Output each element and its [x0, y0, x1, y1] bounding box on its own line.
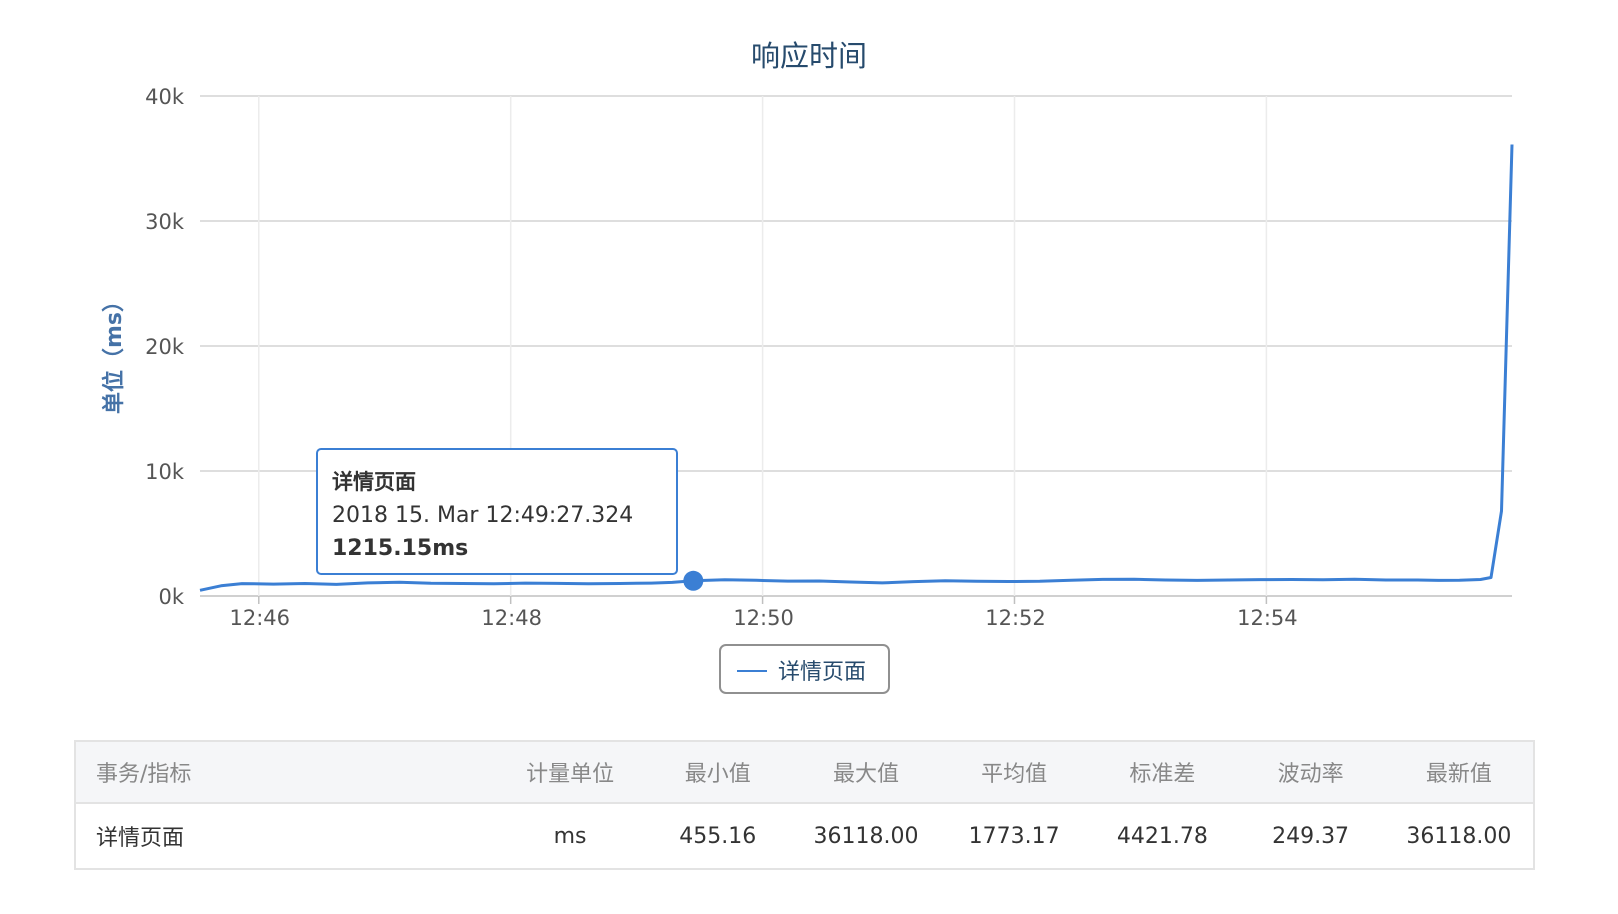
- hover-point[interactable]: [683, 570, 704, 591]
- cell-stddev: 4421.78: [1116, 823, 1208, 849]
- x-tick-label: 12:48: [481, 606, 542, 630]
- chart-title: 响应时间: [751, 39, 867, 73]
- header-min: 最小值: [643, 741, 792, 804]
- header-transaction: 事务/指标: [75, 741, 497, 804]
- stats-header-row: 事务/指标 计量单位 最小值 最大值 平均值 标准差 波动率 最新值: [75, 741, 1534, 804]
- header-latest: 最新值: [1384, 741, 1534, 804]
- y-tick-label: 40k: [145, 85, 185, 109]
- tooltip-series-name: 详情页面: [332, 470, 416, 494]
- legend[interactable]: 详情页面: [719, 644, 890, 694]
- tooltip-value: 1215.15ms: [332, 536, 468, 561]
- cell-unit: ms: [553, 823, 587, 849]
- header-unit: 计量单位: [496, 741, 644, 804]
- y-axis-ticks: 0k 10k 20k 30k 40k: [145, 85, 185, 609]
- x-tick-label: 12:52: [985, 606, 1046, 630]
- y-tick-label: 10k: [145, 460, 185, 484]
- cell-min: 455.16: [679, 823, 757, 849]
- tooltip: 详情页面 2018 15. Mar 12:49:27.324 1215.15ms: [316, 448, 678, 575]
- y-tick-label: 30k: [145, 210, 185, 234]
- header-volatility: 波动率: [1236, 741, 1385, 804]
- x-axis-ticks: 12:46 12:48 12:50 12:52 12:54: [230, 596, 1298, 630]
- cell-volatility: 249.37: [1272, 823, 1350, 849]
- y-tick-label: 0k: [158, 585, 184, 609]
- legend-item-detail-page[interactable]: 详情页面: [778, 660, 866, 685]
- header-max: 最大值: [791, 741, 941, 804]
- y-axis-label: 单位（ms）: [101, 290, 127, 414]
- cell-latest: 36118.00: [1406, 823, 1512, 849]
- header-stddev: 标准差: [1088, 741, 1237, 804]
- y-tick-label: 20k: [145, 335, 185, 359]
- header-avg: 平均值: [940, 741, 1089, 804]
- cell-transaction: 详情页面: [96, 826, 185, 851]
- response-time-chart: 响应时间 0k 10k 20k 30k 40k 12:46 12:48 12:50 12:52…: [101, 39, 1514, 694]
- cell-max: 36118.00: [813, 823, 919, 849]
- x-tick-label: 12:54: [1237, 606, 1298, 630]
- x-tick-label: 12:50: [733, 606, 794, 630]
- tooltip-timestamp: 2018 15. Mar 12:49:27.324: [332, 503, 633, 528]
- stats-table: 事务/指标 计量单位 最小值 最大值 平均值 标准差 波动率 最新值 详情页面 …: [74, 740, 1535, 870]
- cell-avg: 1773.17: [968, 823, 1060, 849]
- table-row: 详情页面 ms 455.16 36118.00 1773.17 4421.78 …: [75, 803, 1534, 869]
- x-tick-label: 12:46: [230, 606, 291, 630]
